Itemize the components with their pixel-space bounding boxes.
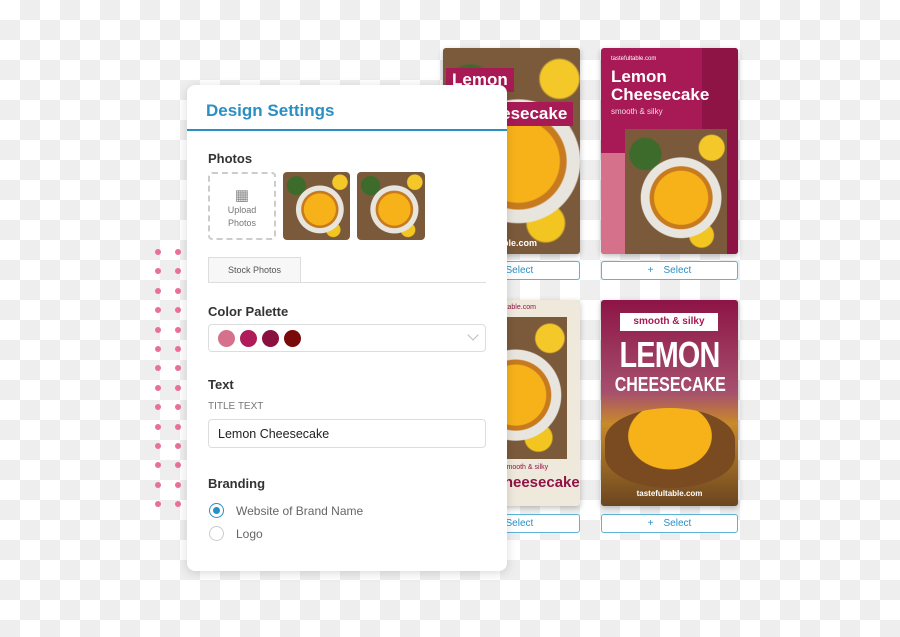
- divider: [208, 282, 486, 283]
- select-label: Select: [505, 518, 534, 529]
- decorative-dot-grid: [155, 249, 181, 508]
- select-button-2[interactable]: + Select: [601, 261, 738, 280]
- template-site: tastefultable.com: [611, 56, 657, 62]
- radio-logo[interactable]: Logo: [209, 526, 263, 541]
- radio-website[interactable]: Website of Brand Name: [209, 503, 363, 518]
- title-text-label: TITLE TEXT: [208, 401, 264, 412]
- select-label: Select: [505, 265, 534, 276]
- radio-checked-icon: [209, 503, 224, 518]
- plus-icon: +: [647, 265, 654, 276]
- upload-label: Upload Photos: [227, 205, 257, 228]
- template-card-2[interactable]: tastefultable.com Lemon Cheesecake smooth…: [601, 48, 738, 254]
- select-label: Select: [663, 518, 692, 529]
- photo-thumbnail-1[interactable]: [283, 172, 350, 240]
- color-palette-select[interactable]: [208, 324, 486, 352]
- color-palette-heading: Color Palette: [208, 304, 289, 319]
- plus-icon: +: [647, 518, 654, 529]
- title-text-input[interactable]: Lemon Cheesecake: [208, 419, 486, 448]
- template-site: tastefultable.com: [636, 489, 703, 498]
- upload-photos-button[interactable]: ▦ Upload Photos: [208, 172, 276, 240]
- panel-title: Design Settings: [187, 85, 507, 131]
- radio-label: Website of Brand Name: [236, 503, 364, 518]
- chevron-down-icon: [467, 329, 479, 341]
- select-label: Select: [663, 265, 692, 276]
- color-swatch: [240, 329, 257, 347]
- template-photo: [605, 408, 735, 488]
- template-subtitle: smooth & silky: [503, 464, 549, 471]
- template-title: LEMON: [619, 334, 721, 375]
- photos-heading: Photos: [208, 151, 253, 166]
- branding-heading: Branding: [208, 476, 266, 491]
- text-heading: Text: [208, 377, 234, 392]
- radio-unchecked-icon: [209, 526, 224, 541]
- color-swatch: [262, 329, 279, 347]
- color-swatch: [218, 329, 235, 347]
- template-title: CHEESECAKE: [614, 374, 726, 396]
- template-photo: [625, 129, 727, 254]
- template-subtitle: smooth & silky: [620, 313, 718, 331]
- select-button-4[interactable]: + Select: [601, 514, 738, 533]
- tab-stock-photos[interactable]: Stock Photos: [208, 257, 301, 282]
- template-subtitle: smooth & silky: [611, 107, 663, 116]
- color-swatch: [284, 329, 301, 347]
- radio-label: Logo: [236, 526, 263, 541]
- photo-thumbnail-2[interactable]: [357, 172, 425, 240]
- template-title: Lemon Cheesecake: [611, 67, 710, 104]
- template-card-4[interactable]: smooth & silky LEMON CHEESECAKE tasteful…: [601, 300, 738, 506]
- design-settings-panel: Design Settings Photos ▦ Upload Photos S…: [187, 85, 507, 571]
- add-image-icon: ▦: [234, 187, 250, 204]
